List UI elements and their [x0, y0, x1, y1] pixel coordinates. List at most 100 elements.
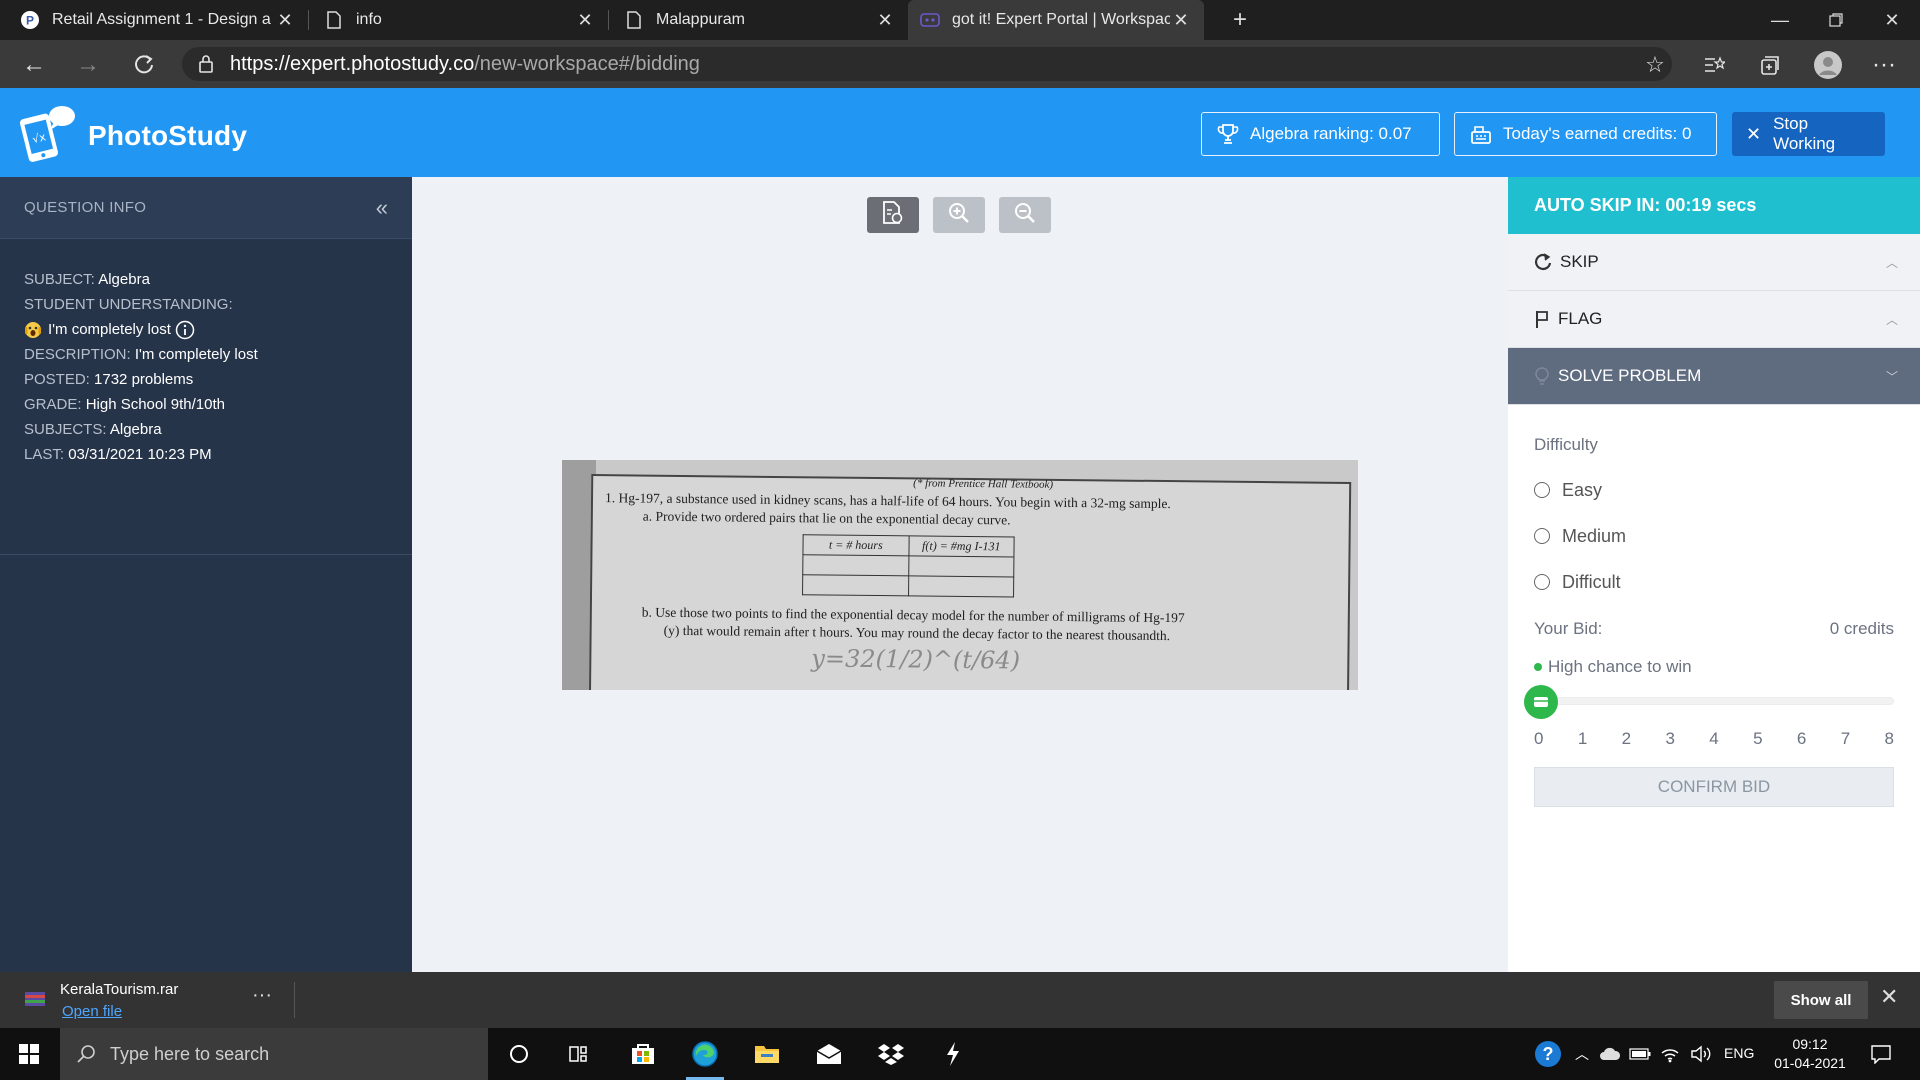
- app-bolt-icon[interactable]: [928, 1028, 978, 1080]
- windows-start-icon[interactable]: [4, 1028, 54, 1080]
- tab-title: Retail Assignment 1 - Design a K: [52, 11, 274, 28]
- cortana-icon[interactable]: [494, 1028, 544, 1080]
- ordered-pairs-table: t = # hours f(t) = #mg I-131: [802, 534, 1015, 597]
- minimize-button[interactable]: —: [1752, 0, 1808, 40]
- problem-worksheet: (* from Prentice Hall Textbook) 1. Hg-19…: [588, 474, 1352, 690]
- win-chance-indicator: High chance to win: [1534, 657, 1894, 677]
- task-view-icon[interactable]: [554, 1028, 604, 1080]
- skip-section[interactable]: SKIP ︿: [1508, 234, 1920, 291]
- image-fit-icon: [880, 200, 906, 231]
- photostudy-logo[interactable]: √x PhotoStudy: [18, 102, 247, 169]
- question-info-list: SUBJECT: Algebra STUDENT UNDERSTANDING: …: [0, 239, 412, 555]
- tab-title: got it! Expert Portal | Workspace: [952, 11, 1170, 28]
- table-header-t: t = # hours: [802, 534, 909, 556]
- edge-browser-icon[interactable]: [680, 1028, 730, 1080]
- forward-arrow-icon[interactable]: →: [70, 47, 106, 83]
- mail-icon[interactable]: [804, 1028, 854, 1080]
- new-tab-button[interactable]: +: [1212, 0, 1268, 40]
- address-bar[interactable]: https://expert.photostudy.co/new-workspa…: [182, 47, 1672, 81]
- open-file-link[interactable]: Open file: [62, 1003, 122, 1020]
- radio-circle[interactable]: [1534, 528, 1550, 544]
- browser-tab-bar: P Retail Assignment 1 - Design a K ✕ inf…: [0, 0, 1920, 40]
- zoom-out-button[interactable]: [999, 197, 1051, 233]
- logo-text: PhotoStudy: [88, 119, 248, 151]
- slider-track[interactable]: [1534, 697, 1894, 705]
- windows-taskbar: Type here to search ? ︿ ENG 09:12 01-04-…: [0, 1028, 1920, 1080]
- difficulty-easy-radio[interactable]: Easy: [1534, 467, 1894, 513]
- tab-expert-portal[interactable]: got it! Expert Portal | Workspace ✕: [908, 0, 1204, 40]
- file-explorer-icon[interactable]: [742, 1028, 792, 1080]
- collapse-chevrons-icon[interactable]: «: [376, 195, 388, 221]
- radio-circle[interactable]: [1534, 482, 1550, 498]
- ranking-button[interactable]: Algebra ranking: 0.07: [1201, 112, 1440, 156]
- radio-circle[interactable]: [1534, 574, 1550, 590]
- chevron-up-icon[interactable]: ︿: [1570, 1028, 1594, 1080]
- info-row-description: DESCRIPTION: I'm completely lost: [24, 346, 258, 363]
- show-all-button[interactable]: Show all: [1774, 981, 1868, 1019]
- close-icon[interactable]: ✕: [1170, 10, 1192, 31]
- language-indicator[interactable]: ENG: [1724, 1045, 1754, 1061]
- problem-image: (* from Prentice Hall Textbook) 1. Hg-19…: [562, 460, 1358, 690]
- star-icon[interactable]: ☆: [1637, 47, 1673, 83]
- profile-avatar-icon[interactable]: [1810, 47, 1846, 83]
- stop-working-button[interactable]: ✕ Stop Working: [1732, 112, 1885, 156]
- download-bar: KeralaTourism.rar Open file ··· Show all…: [0, 972, 1920, 1028]
- tab-malappuram[interactable]: Malappuram ✕: [612, 0, 908, 40]
- close-icon: ✕: [1746, 123, 1762, 144]
- bid-slider[interactable]: [1524, 685, 1894, 719]
- tick-label: 1: [1577, 729, 1588, 748]
- close-window-button[interactable]: ✕: [1864, 0, 1920, 40]
- more-options-icon[interactable]: ···: [252, 984, 272, 1007]
- wifi-icon[interactable]: [1656, 1028, 1684, 1080]
- close-icon[interactable]: ✕: [274, 10, 296, 31]
- tab-title: Malappuram: [656, 11, 745, 28]
- help-icon[interactable]: ?: [1524, 1028, 1572, 1080]
- info-row-understanding: STUDENT UNDERSTANDING:: [24, 296, 233, 313]
- zoom-in-button[interactable]: [933, 197, 985, 233]
- radio-label: Difficult: [1562, 571, 1621, 592]
- restore-button[interactable]: [1808, 0, 1864, 40]
- earned-credits-button[interactable]: Today's earned credits: 0: [1454, 112, 1717, 156]
- status-dot: [1534, 663, 1542, 671]
- chevron-down-icon: ﹀: [1885, 369, 1898, 384]
- favorites-icon[interactable]: [1696, 47, 1732, 83]
- search-placeholder: Type here to search: [110, 1043, 270, 1064]
- collections-icon[interactable]: [1752, 47, 1788, 83]
- solve-label: SOLVE PROBLEM: [1558, 366, 1702, 385]
- cloud-sync-icon[interactable]: [1596, 1028, 1624, 1080]
- close-icon[interactable]: ✕: [874, 10, 896, 31]
- clock[interactable]: 09:12 01-04-2021: [1770, 1035, 1850, 1073]
- download-filename: KeralaTourism.rar: [60, 981, 179, 998]
- notifications-icon[interactable]: [1856, 1028, 1906, 1080]
- difficulty-difficult-radio[interactable]: Difficult: [1534, 559, 1894, 605]
- slider-ticks: 0 1 2 3 4 5 6 7 8: [1534, 729, 1894, 749]
- slider-thumb[interactable]: [1524, 685, 1558, 719]
- image-fit-button[interactable]: [867, 197, 919, 233]
- solve-problem-section[interactable]: SOLVE PROBLEM ﹀: [1508, 348, 1920, 405]
- battery-icon[interactable]: [1626, 1028, 1654, 1080]
- confirm-bid-button[interactable]: CONFIRM BID: [1534, 767, 1894, 807]
- flag-section[interactable]: FLAG ︿: [1508, 291, 1920, 348]
- more-menu-icon[interactable]: ···: [1866, 47, 1902, 83]
- url-host: https://expert.photostudy.co: [230, 52, 475, 75]
- page-icon: [324, 10, 344, 30]
- volume-icon[interactable]: [1686, 1028, 1716, 1080]
- store-icon[interactable]: [618, 1028, 668, 1080]
- close-icon[interactable]: ✕: [574, 10, 596, 31]
- app-header: √x PhotoStudy Algebra ranking: 0.07 Toda…: [0, 88, 1920, 177]
- tab-retail-assignment[interactable]: P Retail Assignment 1 - Design a K ✕: [8, 0, 308, 40]
- back-arrow-icon[interactable]: ←: [16, 47, 52, 83]
- scream-emoji-icon: [24, 321, 42, 339]
- close-icon[interactable]: ✕: [1880, 984, 1898, 1010]
- difficulty-medium-radio[interactable]: Medium: [1534, 513, 1894, 559]
- taskbar-search-input[interactable]: Type here to search: [60, 1028, 488, 1080]
- url-path: /new-workspace#/bidding: [474, 52, 700, 75]
- question-info-header: QUESTION INFO «: [0, 177, 412, 239]
- refresh-icon[interactable]: [126, 47, 162, 83]
- win-chance-label: High chance to win: [1548, 657, 1692, 676]
- bid-row: Your Bid: 0 credits: [1534, 619, 1894, 639]
- info-circle-icon[interactable]: [175, 320, 195, 340]
- dropbox-icon[interactable]: [866, 1028, 916, 1080]
- zoom-out-icon: [1013, 201, 1037, 230]
- tab-info[interactable]: info ✕: [312, 0, 608, 40]
